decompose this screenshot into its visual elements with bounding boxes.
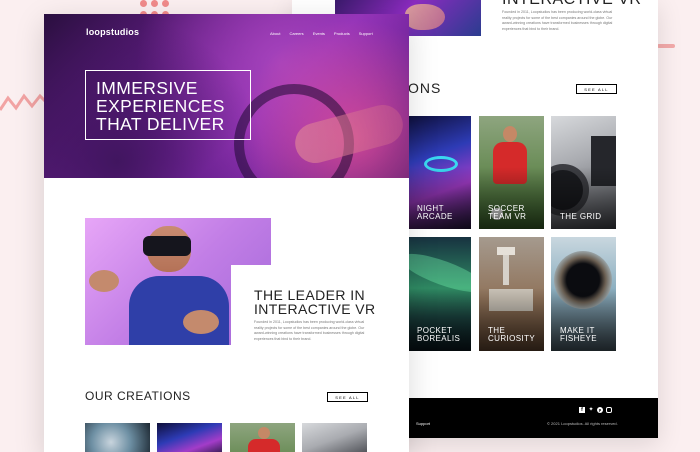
hero-title-box: IMMERSIVE EXPERIENCES THAT DELIVER bbox=[85, 70, 251, 140]
nav-item-about[interactable]: About bbox=[270, 31, 280, 36]
copyright-text: © 2021 Loopstudios. All rights reserved. bbox=[547, 421, 618, 426]
nav-item-events[interactable]: Events bbox=[313, 31, 325, 36]
back-section-text: Founded in 2011, Loopstudios has been pr… bbox=[502, 10, 613, 31]
main-nav: About Careers Events Products Support bbox=[270, 31, 373, 36]
see-all-button[interactable]: SEE ALL bbox=[327, 392, 368, 402]
back-creations-title: ONS bbox=[408, 80, 442, 96]
nav-item-careers[interactable]: Careers bbox=[289, 31, 303, 36]
creation-card-soccer-team-vr[interactable]: SOCCER TEAM VR bbox=[479, 116, 544, 229]
decorative-dash bbox=[657, 44, 675, 48]
creation-thumb-4[interactable] bbox=[302, 423, 367, 452]
facebook-icon[interactable]: f bbox=[579, 407, 585, 413]
see-all-button[interactable]: SEE ALL bbox=[576, 84, 617, 94]
front-creations-title: OUR CREATIONS bbox=[85, 389, 191, 403]
creation-thumb-2[interactable] bbox=[157, 423, 222, 452]
creation-label: POCKET BOREALIS bbox=[417, 326, 461, 343]
creation-label: THE CURIOSITY bbox=[488, 326, 536, 343]
creation-card-the-grid[interactable]: THE GRID bbox=[551, 116, 616, 229]
creation-card-night-arcade[interactable]: NIGHT ARCADE bbox=[408, 116, 471, 229]
creation-label: MAKE IT FISHEYE bbox=[560, 326, 598, 343]
logo[interactable]: loopstudios bbox=[86, 27, 139, 37]
social-links: f ✦ p bbox=[579, 407, 612, 413]
creation-card-the-curiosity[interactable]: THE CURIOSITY bbox=[479, 237, 544, 351]
hero-title: IMMERSIVE EXPERIENCES THAT DELIVER bbox=[96, 78, 225, 134]
creation-card-make-it-fisheye[interactable]: MAKE IT FISHEYE bbox=[551, 237, 616, 351]
leader-text: Founded in 2011, Loopstudios has been pr… bbox=[254, 320, 365, 341]
leader-title: THE LEADER IN INTERACTIVE VR bbox=[254, 287, 376, 317]
nav-item-support[interactable]: Support bbox=[359, 31, 373, 36]
creation-card-pocket-borealis[interactable]: POCKET BOREALIS bbox=[408, 237, 471, 351]
decorative-zigzag bbox=[0, 93, 46, 111]
back-section-heading: INTERACTIVE VR bbox=[502, 0, 641, 9]
creation-thumb-3[interactable] bbox=[230, 423, 295, 452]
footer bbox=[409, 398, 658, 438]
creation-label: SOCCER TEAM VR bbox=[488, 204, 527, 221]
pinterest-icon[interactable]: p bbox=[597, 407, 603, 413]
creation-label: NIGHT ARCADE bbox=[417, 204, 453, 221]
instagram-icon[interactable] bbox=[606, 407, 612, 413]
nav-item-products[interactable]: Products bbox=[334, 31, 350, 36]
creation-thumb-1[interactable] bbox=[85, 423, 150, 452]
twitter-icon[interactable]: ✦ bbox=[588, 407, 594, 413]
creation-label: THE GRID bbox=[560, 212, 602, 221]
footer-link-support[interactable]: Support bbox=[416, 421, 430, 426]
